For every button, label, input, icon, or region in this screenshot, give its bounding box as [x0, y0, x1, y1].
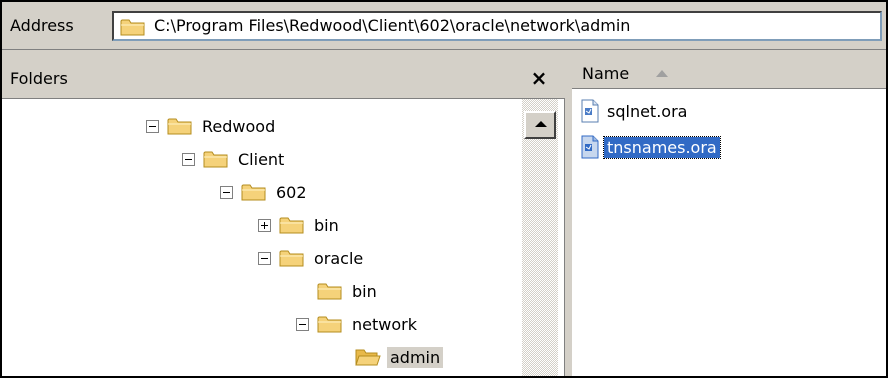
sort-ascending-icon [656, 70, 668, 77]
tree-item-client[interactable]: Client [182, 145, 287, 173]
collapse-icon[interactable] [182, 152, 195, 166]
close-icon[interactable]: × [526, 65, 552, 91]
file-name: sqlnet.ora [607, 101, 688, 121]
folder-icon [317, 314, 343, 334]
file-item-tnsnames[interactable]: tnsnames.ora [580, 133, 721, 161]
address-label: Address [10, 16, 74, 35]
collapse-icon[interactable] [296, 317, 309, 331]
tree-item-602[interactable]: 602 [220, 178, 310, 206]
expand-icon[interactable] [258, 218, 271, 232]
collapse-icon[interactable] [146, 119, 159, 133]
tree-item-label: admin [387, 346, 444, 368]
folder-icon [279, 248, 305, 268]
tree-item-network[interactable]: network [296, 310, 420, 338]
open-folder-icon [355, 347, 381, 367]
folders-pane: Folders × Redwood Client 602 bin oracle … [2, 59, 565, 376]
folder-tree: Redwood Client 602 bin oracle bin networ… [2, 99, 522, 376]
tree-item-label: 602 [276, 182, 307, 202]
tree-item-oracle[interactable]: oracle [258, 244, 366, 272]
tree-item-label: Client [238, 149, 285, 169]
name-column-header[interactable]: Name [572, 59, 886, 89]
folder-icon [279, 215, 305, 235]
tree-item-oracle-bin[interactable]: bin [296, 277, 380, 305]
folder-icon [167, 116, 193, 136]
tree-item-bin[interactable]: bin [258, 211, 342, 239]
folder-icon [317, 281, 343, 301]
tree-item-admin[interactable]: admin [334, 343, 444, 371]
collapse-icon[interactable] [258, 251, 271, 265]
address-bar: Address C:\Program Files\Redwood\Client\… [2, 2, 886, 50]
folders-title: Folders [10, 69, 68, 88]
tree-scrollbar[interactable] [522, 99, 558, 376]
scroll-up-icon[interactable] [524, 111, 556, 139]
tree-item-label: bin [314, 215, 339, 235]
file-name: tnsnames.ora [603, 135, 721, 159]
tree-item-label: oracle [314, 248, 364, 268]
explorer-window: Address C:\Program Files\Redwood\Client\… [0, 0, 888, 378]
address-input[interactable]: C:\Program Files\Redwood\Client\602\orac… [112, 11, 882, 41]
tree-item-redwood[interactable]: Redwood [146, 112, 278, 140]
folder-icon [120, 17, 146, 37]
collapse-icon[interactable] [220, 185, 233, 199]
tree-item-label: Redwood [202, 116, 276, 136]
address-path: C:\Program Files\Redwood\Client\602\orac… [154, 16, 631, 35]
name-column-label: Name [582, 64, 630, 83]
folder-icon [203, 149, 229, 169]
file-list-pane: Name sqlnet.ora tnsnames.ora [572, 59, 886, 376]
tree-item-label: network [352, 314, 417, 334]
file-icon [580, 135, 600, 159]
folders-header: Folders × [2, 59, 565, 99]
folder-icon [241, 182, 267, 202]
file-icon [580, 99, 600, 123]
file-item-sqlnet[interactable]: sqlnet.ora [580, 97, 690, 125]
tree-item-label: bin [352, 281, 377, 301]
